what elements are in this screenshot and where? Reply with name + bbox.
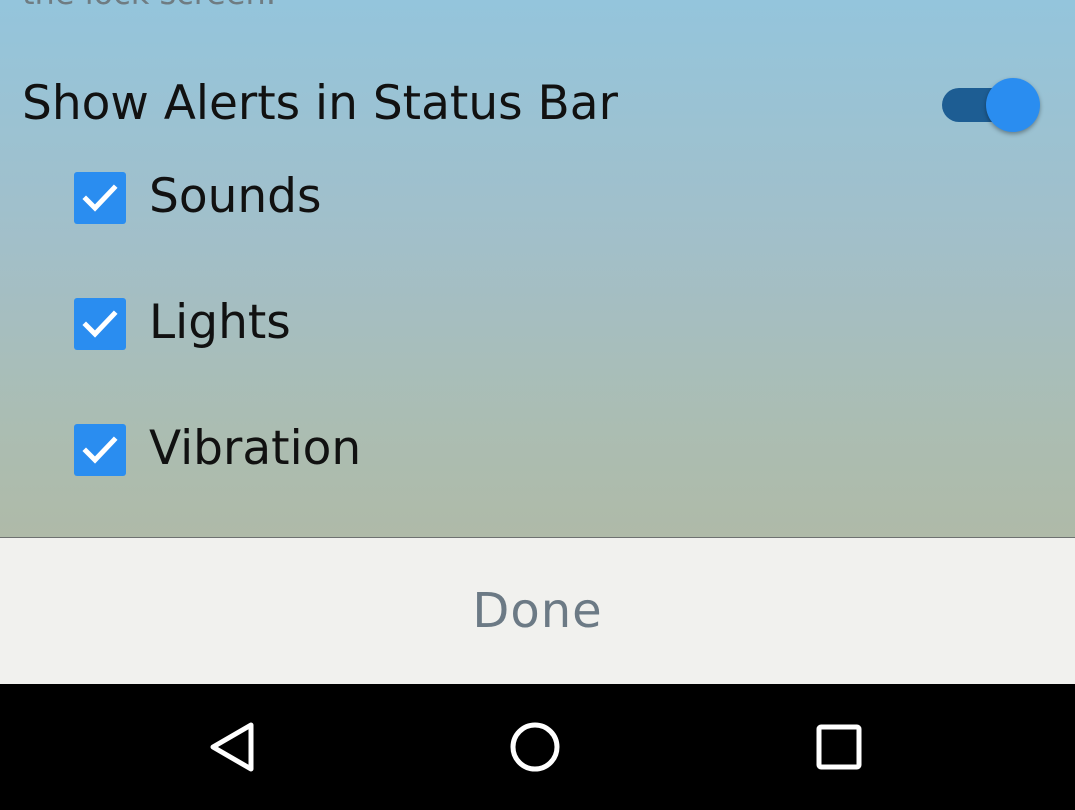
lights-option[interactable]: Lights	[74, 295, 674, 357]
screen: the lock screen. Show Alerts in Status B…	[0, 0, 1075, 810]
notification-settings-panel: the lock screen. Show Alerts in Status B…	[0, 0, 1075, 537]
recent-apps-icon	[816, 724, 862, 770]
checkmark-icon	[82, 436, 118, 464]
checkmark-icon	[82, 310, 118, 338]
description-text: the lock screen.	[22, 0, 276, 12]
system-navigation-bar	[0, 684, 1075, 810]
back-button[interactable]	[203, 717, 263, 777]
dialog-footer: Done	[0, 537, 1075, 684]
sounds-checkbox[interactable]	[74, 172, 126, 224]
checkmark-icon	[82, 184, 118, 212]
vibration-option[interactable]: Vibration	[74, 421, 674, 483]
sounds-label: Sounds	[149, 169, 322, 224]
show-alerts-row: Show Alerts in Status Bar	[0, 70, 1075, 136]
back-icon	[210, 722, 254, 772]
done-button[interactable]: Done	[0, 538, 1075, 684]
show-alerts-label: Show Alerts in Status Bar	[22, 76, 618, 131]
recent-apps-button[interactable]	[809, 717, 869, 777]
lights-label: Lights	[149, 295, 291, 350]
home-button[interactable]	[505, 717, 565, 777]
lights-checkbox[interactable]	[74, 298, 126, 350]
show-alerts-toggle[interactable]	[942, 78, 1040, 132]
vibration-label: Vibration	[149, 421, 362, 476]
home-icon	[510, 722, 560, 772]
vibration-checkbox[interactable]	[74, 424, 126, 476]
toggle-thumb	[986, 78, 1040, 132]
sounds-option[interactable]: Sounds	[74, 169, 674, 231]
